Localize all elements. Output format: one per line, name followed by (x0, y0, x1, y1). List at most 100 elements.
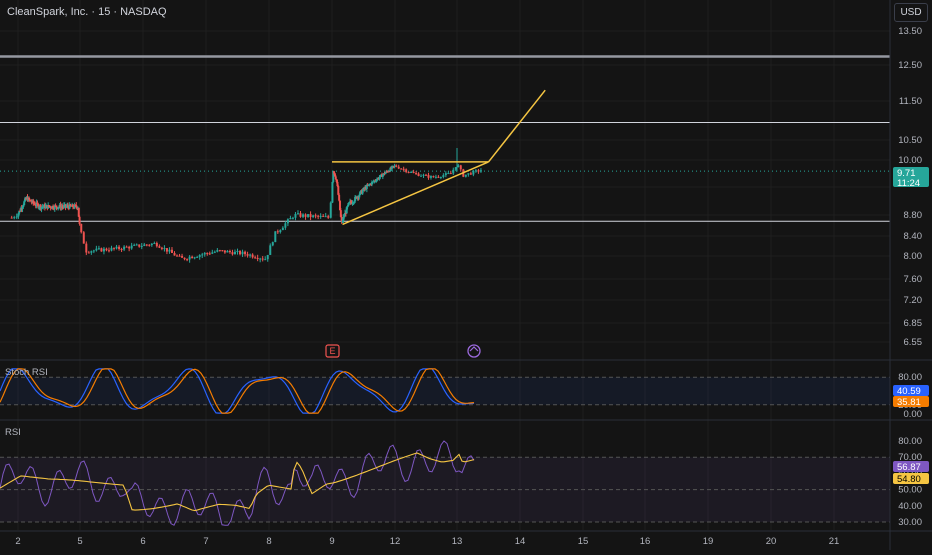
time-tick-label: 16 (640, 536, 651, 547)
candle-body (115, 246, 118, 249)
candle-body (78, 216, 81, 224)
time-tick-label: 14 (515, 536, 526, 547)
candle-body (120, 248, 123, 250)
candle-body (198, 255, 201, 257)
candle-body (150, 243, 153, 246)
candle-body (228, 250, 231, 253)
candle-body (402, 168, 405, 170)
candle-body (165, 248, 168, 252)
price-tick-label: 7.60 (904, 274, 923, 285)
candle-body (322, 215, 325, 217)
candle-body (477, 170, 480, 172)
candle-body (97, 248, 100, 250)
candle-body (143, 244, 146, 246)
candle-body (271, 242, 274, 246)
candle-body (312, 215, 315, 218)
candle-body (130, 245, 133, 249)
time-tick-label: 12 (390, 536, 401, 547)
candle-body (153, 243, 156, 245)
candle-body (236, 251, 239, 253)
candle-body (181, 255, 184, 258)
currency-button[interactable]: USD (894, 3, 928, 22)
candle-body (302, 214, 305, 217)
candle-body (135, 244, 138, 246)
chart-canvas[interactable]: 13.50 12.50 11.50 10.50 10.00 8.80 8.40 8.00 7.6… (0, 0, 932, 550)
time-tick-label: 13 (452, 536, 463, 547)
candle-body (264, 259, 267, 261)
candle-body (299, 213, 302, 217)
candle-body (343, 216, 346, 218)
candle-body (395, 165, 398, 167)
candle-body (259, 258, 262, 260)
candle-body (415, 173, 418, 175)
candle-body (206, 253, 209, 255)
candle-body (289, 217, 292, 220)
candle-body (407, 171, 410, 173)
candle-body (254, 257, 257, 259)
candle-body (432, 176, 435, 178)
candle-body (459, 165, 462, 170)
candle-body (231, 252, 234, 255)
candle-body (329, 202, 332, 218)
candle-body (281, 227, 284, 231)
candle-body (186, 259, 189, 261)
candle-body (269, 245, 272, 255)
candle-body (95, 248, 98, 251)
stoch-k-tag: 40.59 (897, 386, 921, 397)
candle-body (125, 246, 128, 248)
price-tick-label: 8.80 (904, 210, 923, 221)
trendlines (332, 89, 546, 226)
candle-body (422, 174, 425, 176)
rsi-tick-label: 30.00 (898, 517, 922, 528)
candle-body (347, 203, 350, 206)
stoch-d-tag: 35.81 (897, 397, 921, 408)
candle-body (90, 251, 93, 253)
candle-body (276, 231, 279, 233)
candle-body (203, 253, 206, 255)
rsi-pane-label: RSI (5, 427, 21, 438)
candle-body (193, 257, 196, 259)
candle-body (160, 247, 163, 249)
rsi-tick-label: 50.00 (898, 485, 922, 496)
candle-body (208, 253, 211, 255)
candle-body (439, 177, 442, 179)
candle-body (444, 173, 447, 176)
candle-body (173, 252, 176, 256)
price-tick-label: 7.20 (904, 295, 923, 306)
time-tick-label: 19 (703, 536, 714, 547)
candle-body (100, 248, 103, 252)
candle-body (307, 214, 310, 217)
candle-body (467, 173, 470, 175)
candle-body (405, 169, 408, 172)
price-tick-label: 8.40 (904, 231, 923, 242)
candle-body (429, 176, 432, 178)
candle-body (218, 250, 221, 252)
rsi-ma-tag: 54.80 (897, 474, 921, 485)
candle-body (338, 194, 341, 201)
time-tick-label: 5 (77, 536, 82, 547)
candle-body (145, 244, 148, 246)
candle-body (327, 216, 330, 218)
candle-body (155, 243, 158, 247)
price-tick-label: 13.50 (898, 26, 922, 37)
candle-body (251, 254, 254, 258)
candle-body (183, 257, 186, 260)
candle-body (176, 255, 179, 257)
time-tick-label: 9 (329, 536, 334, 547)
candle-body (474, 170, 477, 172)
candle-body (170, 249, 173, 253)
candle-body (261, 258, 264, 260)
candle-body (479, 170, 482, 172)
candle-body (469, 173, 472, 175)
candle-body (196, 256, 199, 258)
candle-body (158, 246, 161, 248)
candle-body (244, 251, 247, 255)
candle-body (319, 215, 322, 217)
candle-body (400, 168, 403, 170)
time-tick-label: 2 (15, 536, 20, 547)
candle-body (107, 250, 110, 252)
candle-body (249, 254, 252, 256)
candle-body (417, 173, 420, 176)
candle-body (397, 166, 400, 169)
candle-body (80, 223, 83, 233)
